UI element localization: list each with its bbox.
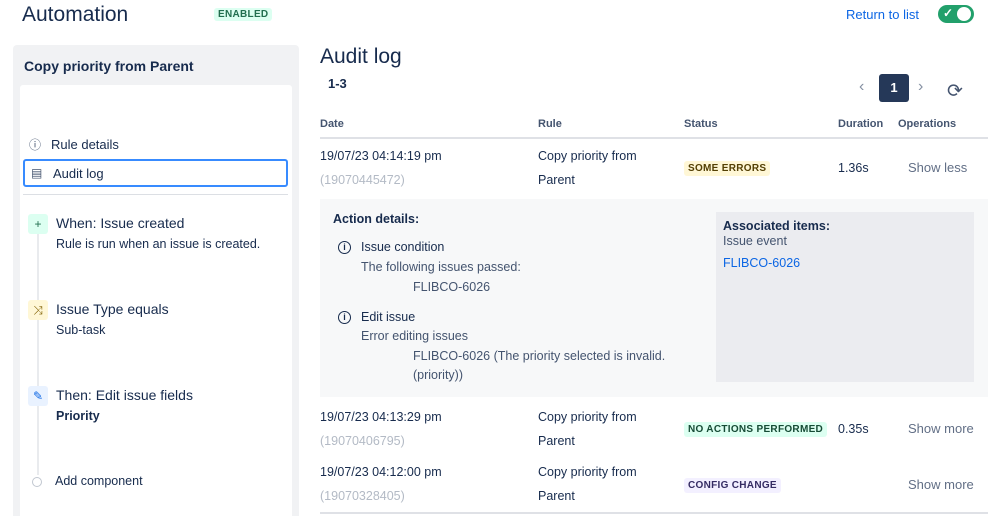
return-to-list-link[interactable]: Return to list [846, 7, 919, 22]
top-bar: Automation ENABLED Return to list ✓ [0, 0, 999, 36]
add-component-button[interactable]: Add component [55, 474, 143, 488]
row-duration: 1.36s [838, 161, 869, 175]
row-rule: Copy priority from [538, 465, 637, 479]
row-date: 19/07/23 04:13:29 pm [320, 410, 442, 424]
column-header-rule: Rule [538, 118, 562, 130]
sidebar-item-label: Rule details [51, 136, 119, 152]
rule-sidebar: Copy priority from Parent ⓘ Rule details… [13, 45, 299, 516]
page-button-current[interactable]: 1 [879, 74, 909, 102]
row-date: 19/07/23 04:14:19 pm [320, 149, 442, 163]
row-rule-line2: Parent [538, 173, 575, 187]
info-icon: ⓘ [29, 137, 42, 152]
info-icon: i [338, 311, 351, 324]
status-badge: CONFIG CHANGE [684, 478, 781, 493]
info-icon: i [338, 241, 351, 254]
action-details-panel: Action details: i Issue condition The fo… [320, 199, 988, 397]
document-icon: ▤ [31, 166, 43, 180]
row-rule: Copy priority from [538, 410, 637, 424]
page-title: Audit log [320, 45, 402, 68]
row-date: 19/07/23 04:12:00 pm [320, 465, 442, 479]
add-component-icon [32, 477, 42, 487]
status-badge: SOME ERRORS [684, 161, 771, 176]
chevron-left-icon[interactable]: ‹ [859, 78, 864, 96]
action-error-message: FLIBCO-6026 (The priority selected is in… [413, 349, 666, 363]
enabled-badge: ENABLED [214, 8, 273, 21]
associated-items-panel: Associated items: Issue event FLIBCO-602… [716, 212, 974, 382]
step-title: Issue Type equals [56, 301, 169, 317]
status-badge: NO ACTIONS PERFORMED [684, 422, 828, 437]
chevron-right-icon[interactable]: › [918, 78, 923, 96]
show-more-link[interactable]: Show more [908, 477, 974, 492]
timeline-line [37, 215, 39, 475]
sidebar-card: ⓘ Rule details ▤ Audit log + When: Issue… [20, 85, 292, 516]
pencil-icon: ✎ [28, 386, 48, 406]
action-description: The following issues passed: [361, 260, 521, 274]
app-title: Automation [22, 3, 129, 26]
step-title: Then: Edit issue fields [56, 387, 193, 403]
refresh-icon[interactable]: ⟳ [947, 80, 963, 103]
check-icon: ✓ [943, 6, 954, 20]
row-duration: 0.35s [838, 422, 869, 436]
action-description: Error editing issues [361, 329, 468, 343]
sidebar-divider [23, 194, 288, 195]
sidebar-item-rule-details[interactable]: ⓘ Rule details [23, 130, 288, 158]
column-header-operations: Operations [898, 118, 957, 130]
row-id: (19070328405) [320, 489, 405, 503]
plus-icon: + [28, 214, 48, 234]
column-header-status: Status [684, 118, 718, 130]
table-header-divider [320, 137, 988, 139]
show-more-link[interactable]: Show more [908, 421, 974, 436]
associated-items-subtitle: Issue event [723, 234, 787, 248]
row-id: (19070406795) [320, 434, 405, 448]
row-rule: Copy priority from [538, 149, 637, 163]
sidebar-item-label: Audit log [53, 165, 104, 181]
table-bottom-divider [320, 512, 988, 514]
action-details-title: Action details: [333, 212, 420, 226]
step-subtitle: Sub-task [56, 323, 106, 337]
step-subtitle: Priority [56, 409, 100, 423]
step-subtitle: Rule is run when an issue is created. [56, 237, 261, 251]
column-header-duration: Duration [838, 118, 884, 130]
shuffle-icon: ⤨ [28, 300, 48, 320]
action-name: Issue condition [361, 240, 445, 254]
show-less-link[interactable]: Show less [908, 160, 967, 175]
associated-items-title: Associated items: [723, 219, 830, 233]
action-error-message-line2: (priority)) [413, 368, 463, 382]
associated-issue-link[interactable]: FLIBCO-6026 [723, 256, 800, 270]
action-name: Edit issue [361, 310, 416, 324]
rule-name: Copy priority from Parent [24, 58, 194, 74]
row-rule-line2: Parent [538, 434, 575, 448]
row-rule-line2: Parent [538, 489, 575, 503]
rule-enabled-toggle[interactable]: ✓ [938, 5, 974, 23]
step-title: When: Issue created [56, 215, 185, 231]
result-range: 1-3 [328, 76, 347, 91]
column-header-date: Date [320, 118, 344, 130]
row-id: (19070445472) [320, 173, 405, 187]
sidebar-item-audit-log[interactable]: ▤ Audit log [23, 159, 288, 187]
action-issue-key: FLIBCO-6026 [413, 280, 491, 294]
toggle-knob [957, 7, 971, 21]
